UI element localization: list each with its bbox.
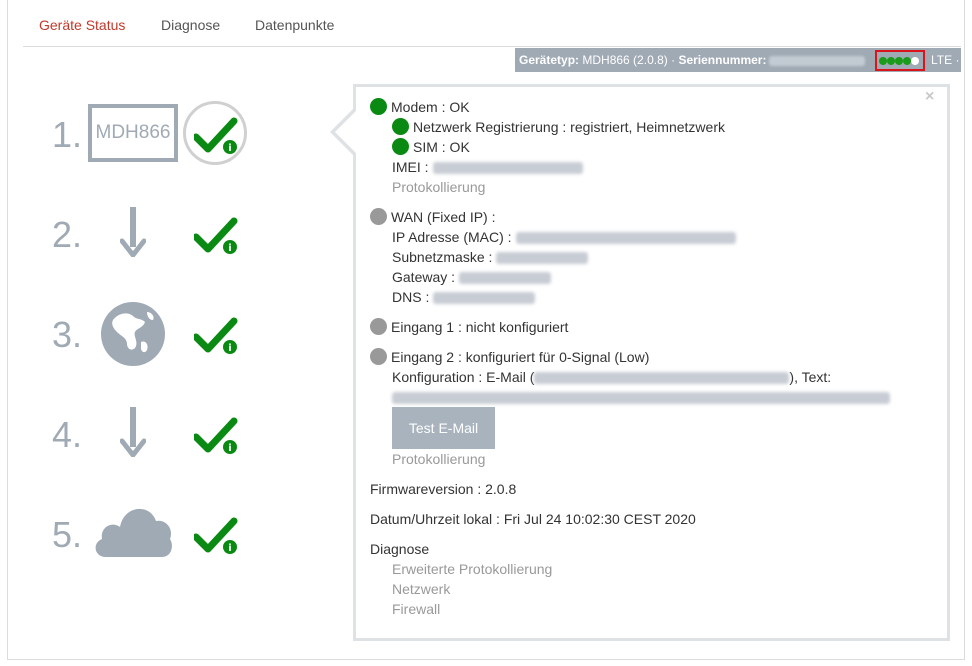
cloud-icon xyxy=(95,508,172,557)
input2-status-text: Eingang 2 : konfiguriert für 0-Signal (L… xyxy=(391,349,650,365)
check-info-icon[interactable]: i xyxy=(194,117,240,157)
check-info-icon[interactable]: i xyxy=(194,217,240,257)
serial-label: Seriennummer: xyxy=(678,53,767,67)
gateway-value-redacted xyxy=(459,272,552,285)
status-ok-icon xyxy=(392,138,409,155)
link-firewall[interactable]: Firewall xyxy=(392,600,440,618)
input1-status-text: Eingang 1 : nicht konfiguriert xyxy=(391,319,569,335)
status-ok-icon xyxy=(370,98,387,115)
dns-row: DNS : xyxy=(392,288,536,306)
message-text-redacted xyxy=(392,392,890,405)
arrow-down-icon xyxy=(120,407,146,457)
tab-diagnose[interactable]: Diagnose xyxy=(161,17,220,33)
configuration-prefix: Konfiguration : E-Mail ( xyxy=(392,369,535,385)
signal-bar-icon xyxy=(887,57,895,65)
protokollierung-link-input[interactable]: Protokollierung xyxy=(392,450,485,468)
svg-text:i: i xyxy=(228,543,231,554)
configuration-suffix: ), Text: xyxy=(789,369,832,385)
link-erweiterte-protokollierung[interactable]: Erweiterte Protokollierung xyxy=(392,560,552,578)
arrow-down-icon xyxy=(120,207,146,257)
configuration-row: Konfiguration : E-Mail ( ), Text: xyxy=(392,368,831,386)
status-ok-icon xyxy=(392,118,409,135)
modem-status: Modem : OK xyxy=(370,98,470,116)
network-registration-text: Netzwerk Registrierung : registriert, He… xyxy=(413,119,725,135)
dns-value-redacted xyxy=(433,292,536,305)
step-number-1: 1. xyxy=(52,114,83,155)
datetime-local: Datum/Uhrzeit lokal : Fri Jul 24 10:02:3… xyxy=(370,511,696,527)
imei-label: IMEI : xyxy=(392,159,429,175)
device-box: MDH866 xyxy=(88,104,178,162)
svg-text:i: i xyxy=(228,243,231,254)
wan-status-text: WAN (Fixed IP) : xyxy=(391,209,496,225)
sim-status-text: SIM : OK xyxy=(413,139,470,155)
signal-strength-indicator xyxy=(875,50,925,71)
network-type: LTE · xyxy=(931,53,960,67)
check-info-icon[interactable]: i xyxy=(194,317,240,357)
network-registration-status: Netzwerk Registrierung : registriert, He… xyxy=(392,118,725,136)
step-number-2: 2. xyxy=(52,214,83,255)
signal-bar-icon xyxy=(903,57,911,65)
svg-text:i: i xyxy=(228,443,231,454)
message-text-row xyxy=(392,388,890,406)
protokollierung-link-modem[interactable]: Protokollierung xyxy=(392,178,485,196)
device-type-value: MDH866 (2.0.8) xyxy=(582,53,668,67)
wan-status: WAN (Fixed IP) : xyxy=(370,208,496,226)
imei-row: IMEI : xyxy=(392,158,583,176)
signal-bar-icon xyxy=(895,57,903,65)
subnet-row: Subnetzmaske : xyxy=(392,248,589,266)
tab-geraete-status[interactable]: Geräte Status xyxy=(39,17,125,33)
dns-label: DNS : xyxy=(392,289,430,305)
status-neutral-icon xyxy=(370,208,387,225)
svg-text:i: i xyxy=(228,343,231,354)
test-email-button[interactable]: Test E-Mail xyxy=(392,407,495,449)
check-info-icon[interactable]: i xyxy=(194,417,240,457)
separator: · xyxy=(671,53,676,67)
close-icon[interactable]: × xyxy=(925,88,934,106)
input1-status: Eingang 1 : nicht konfiguriert xyxy=(370,318,568,336)
imei-value-redacted xyxy=(432,162,583,175)
gateway-row: Gateway : xyxy=(392,268,552,286)
status-neutral-icon xyxy=(370,318,387,335)
sim-status: SIM : OK xyxy=(392,138,470,156)
subnet-value-redacted xyxy=(496,252,589,265)
tab-datenpunkte[interactable]: Datenpunkte xyxy=(255,17,334,33)
device-type-label: Gerätetyp: xyxy=(519,53,580,67)
check-info-icon[interactable]: i xyxy=(194,517,240,557)
signal-bar-empty-icon xyxy=(911,57,919,65)
ip-label: IP Adresse (MAC) : xyxy=(392,229,512,245)
ip-row: IP Adresse (MAC) : xyxy=(392,228,736,246)
popup-pointer-inner xyxy=(335,109,358,155)
modem-status-text: Modem : OK xyxy=(391,99,470,115)
step-number-5: 5. xyxy=(52,514,83,555)
svg-text:i: i xyxy=(228,143,231,154)
diagnose-heading: Diagnose xyxy=(370,541,430,557)
firmware-version: Firmwareversion : 2.0.8 xyxy=(370,481,517,497)
tab-bar: Geräte Status Diagnose Datenpunkte xyxy=(23,6,961,47)
subnet-label: Subnetzmaske : xyxy=(392,249,493,265)
step-number-3: 3. xyxy=(52,314,83,355)
step-number-4: 4. xyxy=(52,414,83,455)
signal-bar-icon xyxy=(879,57,887,65)
gateway-label: Gateway : xyxy=(392,269,456,285)
email-value-redacted xyxy=(534,372,790,385)
globe-icon xyxy=(101,302,165,366)
link-netzwerk[interactable]: Netzwerk xyxy=(392,580,450,598)
status-neutral-icon xyxy=(370,348,387,365)
ip-value-redacted xyxy=(515,232,736,245)
serial-value-redacted xyxy=(769,55,866,66)
input2-status: Eingang 2 : konfiguriert für 0-Signal (L… xyxy=(370,348,649,366)
